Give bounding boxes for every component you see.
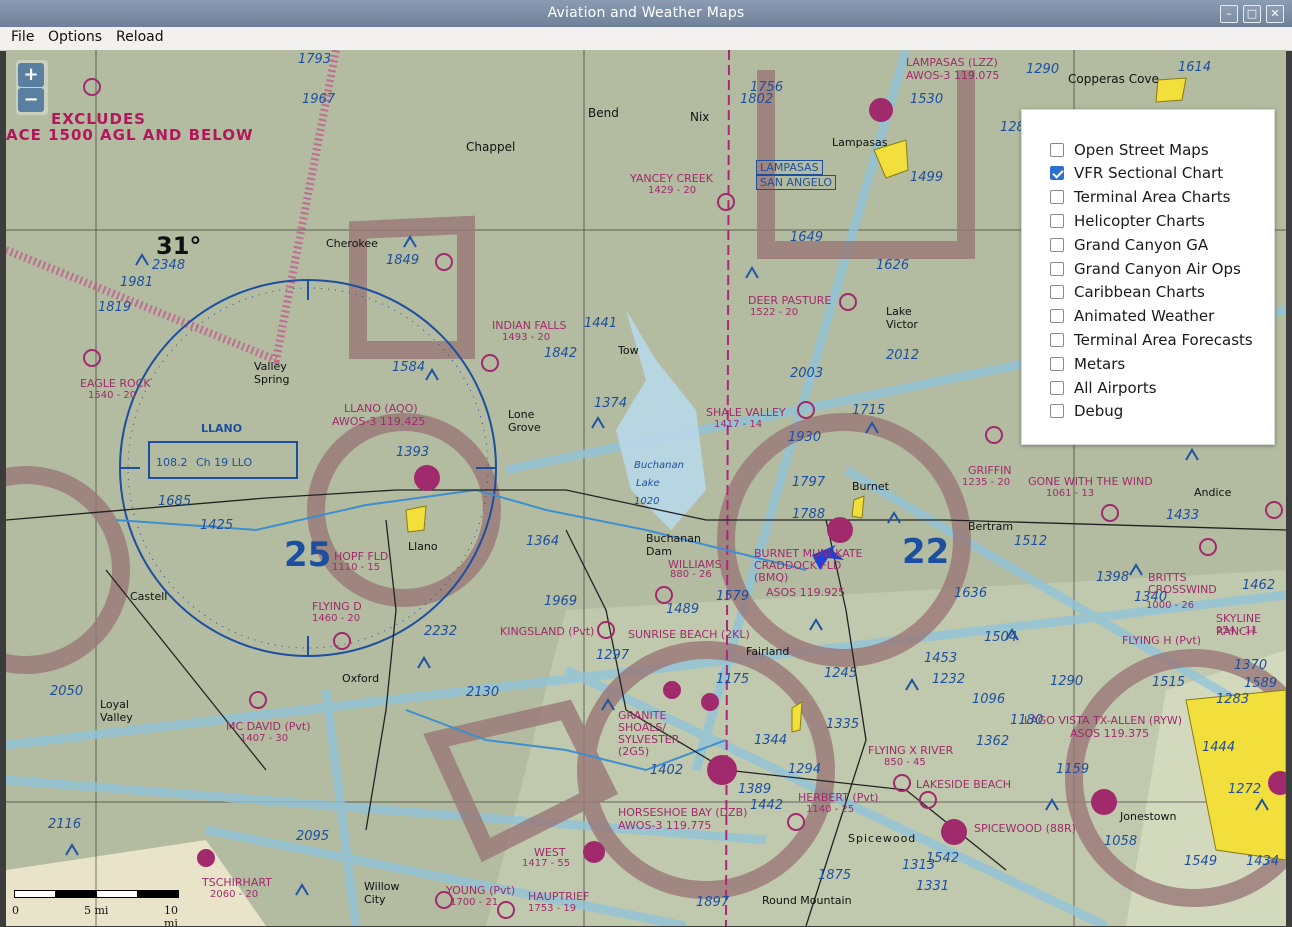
zoom-in-button[interactable]: +	[18, 63, 44, 87]
minimize-icon[interactable]: –	[1220, 5, 1238, 23]
layer-checkbox-grand-canyon-ga[interactable]	[1050, 238, 1064, 252]
menu-file[interactable]: File	[11, 29, 34, 45]
layer-row-open-street-maps[interactable]: Open Street Maps	[1050, 140, 1209, 160]
window-title: Aviation and Weather Maps	[547, 5, 745, 21]
layer-checkbox-terminal-area-forecasts[interactable]	[1050, 333, 1064, 347]
layer-checkbox-helicopter-charts[interactable]	[1050, 214, 1064, 228]
layer-row-metars[interactable]: Metars	[1050, 354, 1125, 374]
scale-mid-label: 5 mi	[84, 904, 109, 917]
layer-row-terminal-area-charts[interactable]: Terminal Area Charts	[1050, 187, 1230, 207]
layer-checkbox-vfr-sectional-chart[interactable]	[1050, 166, 1064, 180]
layer-checkbox-terminal-area-charts[interactable]	[1050, 190, 1064, 204]
layer-row-caribbean-charts[interactable]: Caribbean Charts	[1050, 282, 1205, 302]
layer-row-grand-canyon-air-ops[interactable]: Grand Canyon Air Ops	[1050, 259, 1241, 279]
zoom-out-button[interactable]: −	[18, 88, 44, 112]
menu-reload[interactable]: Reload	[116, 29, 164, 45]
scale-bar: 0 5 mi 10 mi	[12, 890, 182, 926]
layer-label-helicopter-charts[interactable]: Helicopter Charts	[1074, 212, 1205, 230]
layer-label-grand-canyon-air-ops[interactable]: Grand Canyon Air Ops	[1074, 260, 1241, 278]
layer-row-grand-canyon-ga[interactable]: Grand Canyon GA	[1050, 235, 1208, 255]
layer-label-terminal-area-charts[interactable]: Terminal Area Charts	[1074, 188, 1230, 206]
window-titlebar: Aviation and Weather Maps – □ ✕	[0, 0, 1292, 27]
layer-label-grand-canyon-ga[interactable]: Grand Canyon GA	[1074, 236, 1208, 254]
layer-checkbox-animated-weather[interactable]	[1050, 309, 1064, 323]
menubar: File Options Reload	[0, 27, 1292, 51]
scale-zero-label: 0	[12, 904, 19, 917]
layer-label-open-street-maps[interactable]: Open Street Maps	[1074, 141, 1209, 159]
layer-label-terminal-area-forecasts[interactable]: Terminal Area Forecasts	[1074, 331, 1253, 349]
layer-label-caribbean-charts[interactable]: Caribbean Charts	[1074, 283, 1205, 301]
layer-checkbox-open-street-maps[interactable]	[1050, 143, 1064, 157]
layer-row-terminal-area-forecasts[interactable]: Terminal Area Forecasts	[1050, 330, 1253, 350]
layer-checkbox-grand-canyon-air-ops[interactable]	[1050, 262, 1064, 276]
scale-end-label: 10 mi	[164, 904, 178, 926]
layer-row-helicopter-charts[interactable]: Helicopter Charts	[1050, 211, 1205, 231]
layer-row-debug[interactable]: Debug	[1050, 401, 1123, 421]
layer-checkbox-all-airports[interactable]	[1050, 381, 1064, 395]
maximize-icon[interactable]: □	[1243, 5, 1261, 23]
layer-label-animated-weather[interactable]: Animated Weather	[1074, 307, 1214, 325]
layer-checkbox-debug[interactable]	[1050, 404, 1064, 418]
zoom-control: + −	[16, 60, 48, 115]
layer-label-metars[interactable]: Metars	[1074, 355, 1125, 373]
layer-panel: Open Street Maps VFR Sectional Chart Termi…	[1021, 109, 1275, 445]
layer-label-vfr-sectional-chart[interactable]: VFR Sectional Chart	[1074, 164, 1223, 182]
layer-row-all-airports[interactable]: All Airports	[1050, 378, 1157, 398]
layer-checkbox-metars[interactable]	[1050, 357, 1064, 371]
layer-row-animated-weather[interactable]: Animated Weather	[1050, 306, 1214, 326]
layer-label-all-airports[interactable]: All Airports	[1074, 379, 1157, 397]
layer-label-debug[interactable]: Debug	[1074, 402, 1123, 420]
layer-row-vfr-sectional-chart[interactable]: VFR Sectional Chart	[1050, 163, 1223, 183]
close-icon[interactable]: ✕	[1266, 5, 1284, 23]
layer-checkbox-caribbean-charts[interactable]	[1050, 285, 1064, 299]
menu-options[interactable]: Options	[48, 29, 102, 45]
